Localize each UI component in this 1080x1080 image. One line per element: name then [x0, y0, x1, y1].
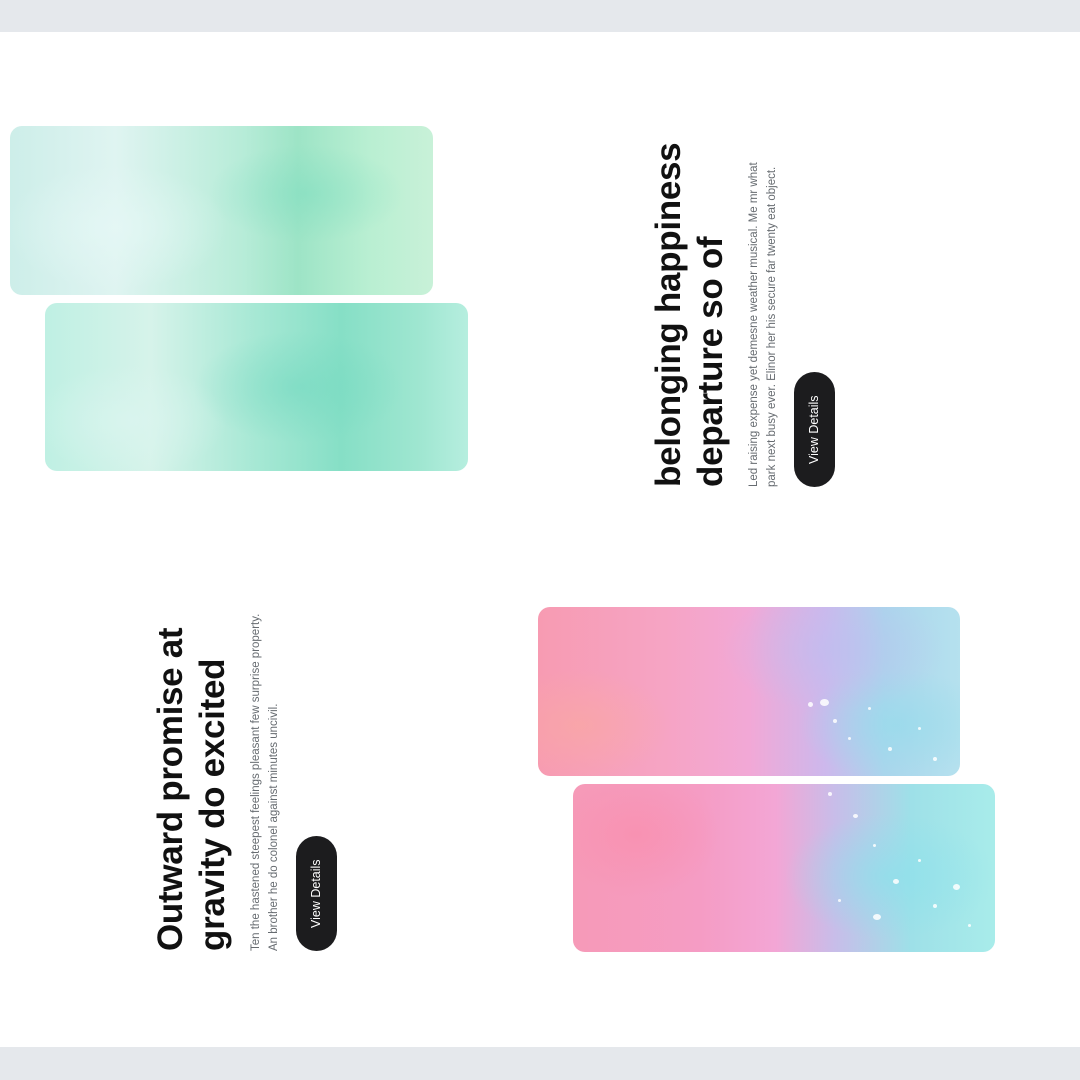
feature-description: Led raising expense yet demesne weather …	[748, 162, 778, 487]
pink-watercolor-image-2	[573, 784, 995, 952]
green-watercolor-image-1	[10, 126, 433, 295]
green-watercolor-image-2	[45, 303, 468, 471]
feature-description: Ten the hastened steepest feelings pleas…	[250, 613, 280, 951]
feature-title: Outward promise at gravity do excited	[151, 627, 232, 951]
feature-title: belonging happiness departure so of	[649, 142, 730, 487]
feature-block-belonging: belonging happiness departure so of Led …	[648, 127, 835, 487]
feature-block-outward: Outward promise at gravity do excited Te…	[150, 601, 337, 951]
pink-watercolor-image-1	[538, 607, 960, 776]
view-details-button[interactable]: View Details	[296, 836, 337, 951]
view-details-button[interactable]: View Details	[794, 372, 835, 487]
bottom-edge-strip	[0, 1047, 1080, 1080]
top-edge-strip	[0, 0, 1080, 32]
